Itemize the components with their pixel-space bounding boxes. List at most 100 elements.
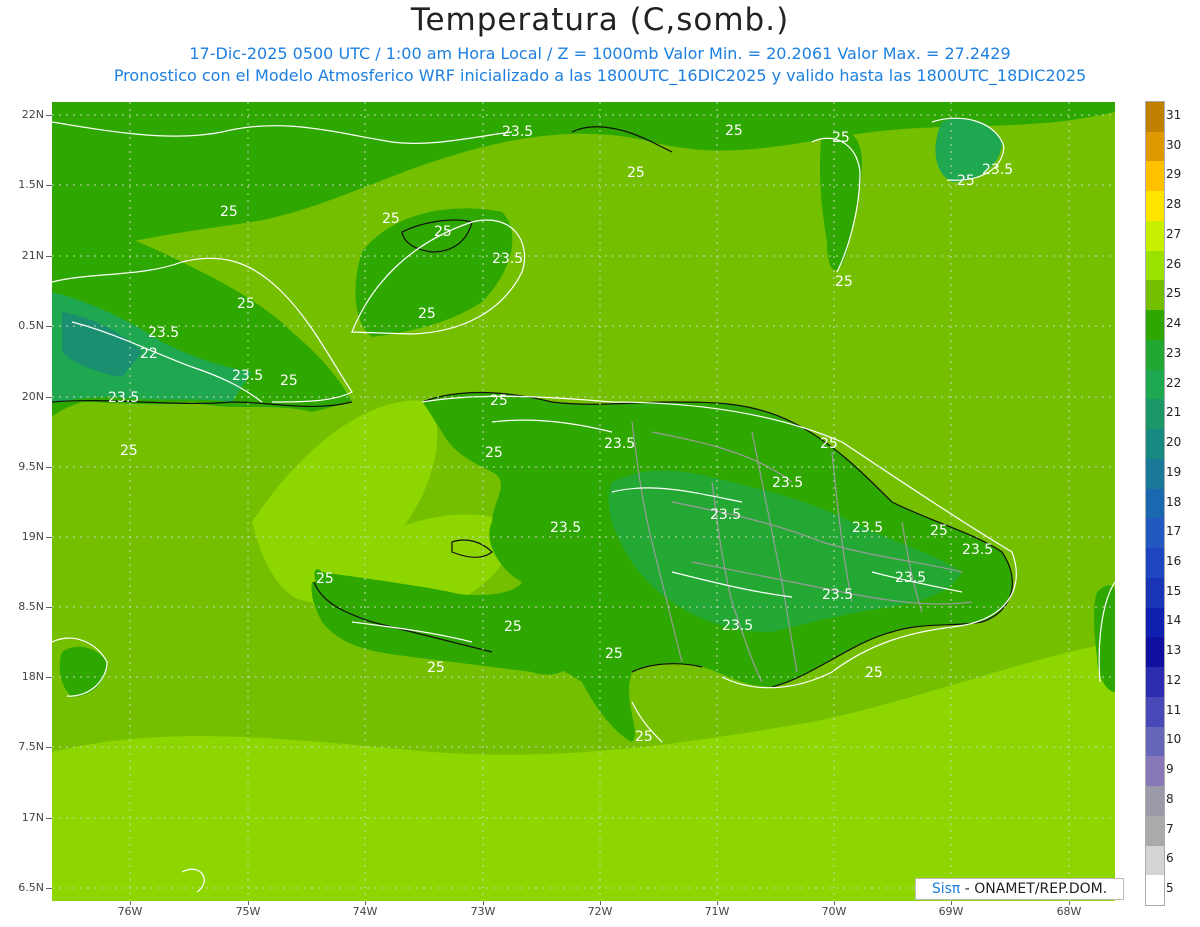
contour-label: 23.5: [822, 587, 853, 603]
legend-swatch: [1146, 102, 1164, 133]
contour-label: 23.5: [232, 368, 263, 384]
legend-label: 5: [1166, 881, 1174, 896]
contour-label: 23.5: [852, 520, 883, 536]
temperature-map: 23.5 25 25 23.5 25 25 25 25 25 23.5 25 2…: [52, 102, 1115, 901]
legend-swatch: [1146, 339, 1164, 371]
lat-label: 8.5N: [18, 600, 44, 613]
lat-label: 22N: [21, 108, 44, 121]
legend-label: 11: [1166, 702, 1182, 717]
legend-swatch: [1146, 399, 1164, 430]
legend-swatch: [1146, 577, 1164, 609]
map-title: Temperatura (C,somb.): [410, 2, 790, 38]
contour-label: 23.5: [148, 325, 179, 341]
forecast-subtitle-time: 17-Dic-2025 0500 UTC / 1:00 am Hora Loca…: [189, 44, 1011, 63]
lat-label: 17N: [21, 811, 44, 824]
lon-tick: [1069, 901, 1070, 905]
contour-label: 25: [490, 393, 508, 409]
legend-label: 22: [1166, 375, 1182, 390]
sispi-logo-text: Sisπ: [931, 881, 961, 897]
contour-label: 25: [605, 646, 623, 662]
legend-label: 18: [1166, 494, 1182, 509]
contour-label: 22: [140, 346, 158, 362]
legend-swatch: [1146, 756, 1164, 787]
legend-swatch: [1146, 310, 1164, 341]
contour-label: 23.5: [722, 618, 753, 634]
lon-tick: [130, 901, 131, 905]
lat-tick: [46, 537, 52, 538]
legend-label: 7: [1166, 821, 1174, 836]
lat-tick: [46, 888, 52, 889]
lat-tick: [46, 326, 52, 327]
contour-label: 23.5: [492, 251, 523, 267]
legend-label: 17: [1166, 524, 1182, 539]
lon-tick: [951, 901, 952, 905]
contour-label: 25: [832, 130, 850, 146]
legend-label: 14: [1166, 613, 1182, 628]
legend-swatch: [1146, 637, 1164, 668]
legend-label: 15: [1166, 583, 1182, 598]
legend-label: 31: [1166, 107, 1182, 122]
contour-label: 23.5: [772, 475, 803, 491]
lon-label: 75W: [235, 905, 261, 918]
contour-label: 25: [382, 211, 400, 227]
legend-swatch: [1146, 696, 1164, 728]
legend-label: 29: [1166, 167, 1182, 182]
contour-label: 25: [316, 571, 334, 587]
contour-label: 25: [627, 165, 645, 181]
contour-label: 25: [434, 224, 452, 240]
lat-tick: [46, 397, 52, 398]
legend-swatch: [1146, 667, 1164, 698]
contour-label: 23.5: [108, 390, 139, 406]
lat-label: 21N: [21, 249, 44, 262]
legend-swatch: [1146, 726, 1164, 757]
legend-swatch: [1146, 845, 1164, 876]
legend-swatch: [1146, 875, 1164, 906]
lat-label: 6.5N: [18, 881, 44, 894]
legend-swatch: [1146, 548, 1164, 579]
legend-swatch: [1146, 458, 1164, 490]
lat-tick: [46, 256, 52, 257]
contour-label: 25: [237, 296, 255, 312]
legend-swatch: [1146, 607, 1164, 638]
legend-label: 23: [1166, 345, 1182, 360]
contour-label: 25: [957, 173, 975, 189]
contour-label: 25: [504, 619, 522, 635]
lon-tick: [365, 901, 366, 905]
lat-label: 20N: [21, 390, 44, 403]
lat-label: 18N: [21, 670, 44, 683]
legend-label: 19: [1166, 464, 1182, 479]
contour-label: 25: [835, 274, 853, 290]
forecast-subtitle-model: Pronostico con el Modelo Atmosferico WRF…: [113, 66, 1087, 85]
legend-swatch: [1146, 815, 1164, 846]
contour-label: 23.5: [895, 570, 926, 586]
contour-label: 25: [280, 373, 298, 389]
lat-label: 19N: [21, 530, 44, 543]
legend-swatch: [1146, 191, 1164, 222]
lat-label: 9.5N: [18, 460, 44, 473]
lon-label: 74W: [352, 905, 378, 918]
contour-label: 25: [120, 443, 138, 459]
lon-label: 71W: [704, 905, 730, 918]
legend-label: 16: [1166, 553, 1182, 568]
lat-tick: [46, 607, 52, 608]
credit-text: - ONAMET/REP.DOM.: [964, 881, 1108, 897]
legend-swatch: [1146, 786, 1164, 817]
legend-swatch: [1146, 161, 1164, 192]
legend-swatch: [1146, 369, 1164, 400]
legend-label: 9: [1166, 762, 1174, 777]
lon-tick: [717, 901, 718, 905]
contour-label: 25: [418, 306, 436, 322]
lat-tick: [46, 115, 52, 116]
lon-label: 69W: [938, 905, 964, 918]
legend-label: 21: [1166, 405, 1182, 420]
lon-label: 76W: [117, 905, 143, 918]
legend-label: 28: [1166, 197, 1182, 212]
legend-label: 10: [1166, 732, 1182, 747]
contour-label: 23.5: [962, 542, 993, 558]
legend-swatch: [1146, 220, 1164, 252]
lat-tick: [46, 818, 52, 819]
legend-swatch: [1146, 280, 1164, 311]
lat-tick: [46, 467, 52, 468]
contour-label: 23.5: [710, 507, 741, 523]
legend-label: 25: [1166, 286, 1182, 301]
